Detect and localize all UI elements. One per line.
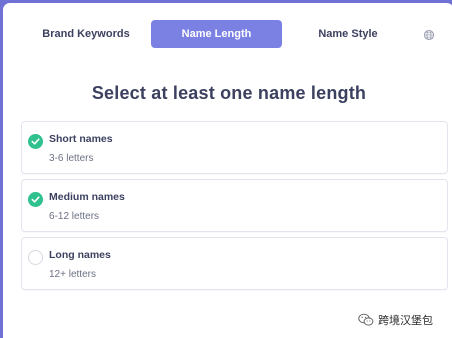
- name-length-panel: Brand Keywords Name Length Name Style Se…: [0, 0, 452, 338]
- option-medium-names[interactable]: Medium names 6-12 letters: [21, 179, 448, 232]
- option-subtitle: 12+ letters: [49, 269, 96, 280]
- check-circle-icon: [28, 192, 43, 207]
- option-title: Long names: [49, 249, 111, 261]
- wechat-icon: [358, 313, 374, 327]
- tab-bar: Brand Keywords Name Length Name Style: [21, 20, 446, 50]
- globe-icon[interactable]: [423, 28, 435, 41]
- option-short-names[interactable]: Short names 3-6 letters: [21, 121, 448, 174]
- empty-circle-icon: [28, 250, 43, 265]
- option-long-names[interactable]: Long names 12+ letters: [21, 237, 448, 290]
- tab-brand-keywords[interactable]: Brand Keywords: [21, 20, 151, 48]
- option-subtitle: 3-6 letters: [49, 153, 94, 164]
- option-subtitle: 6-12 letters: [49, 211, 100, 222]
- option-title: Medium names: [49, 191, 125, 203]
- option-title: Short names: [49, 133, 113, 145]
- watermark: 跨境汉堡包: [358, 312, 433, 328]
- tab-name-length[interactable]: Name Length: [151, 20, 282, 48]
- watermark-text: 跨境汉堡包: [378, 315, 433, 327]
- page-title: Select at least one name length: [91, 83, 367, 103]
- tab-name-style[interactable]: Name Style: [283, 20, 413, 48]
- check-circle-icon: [28, 134, 43, 149]
